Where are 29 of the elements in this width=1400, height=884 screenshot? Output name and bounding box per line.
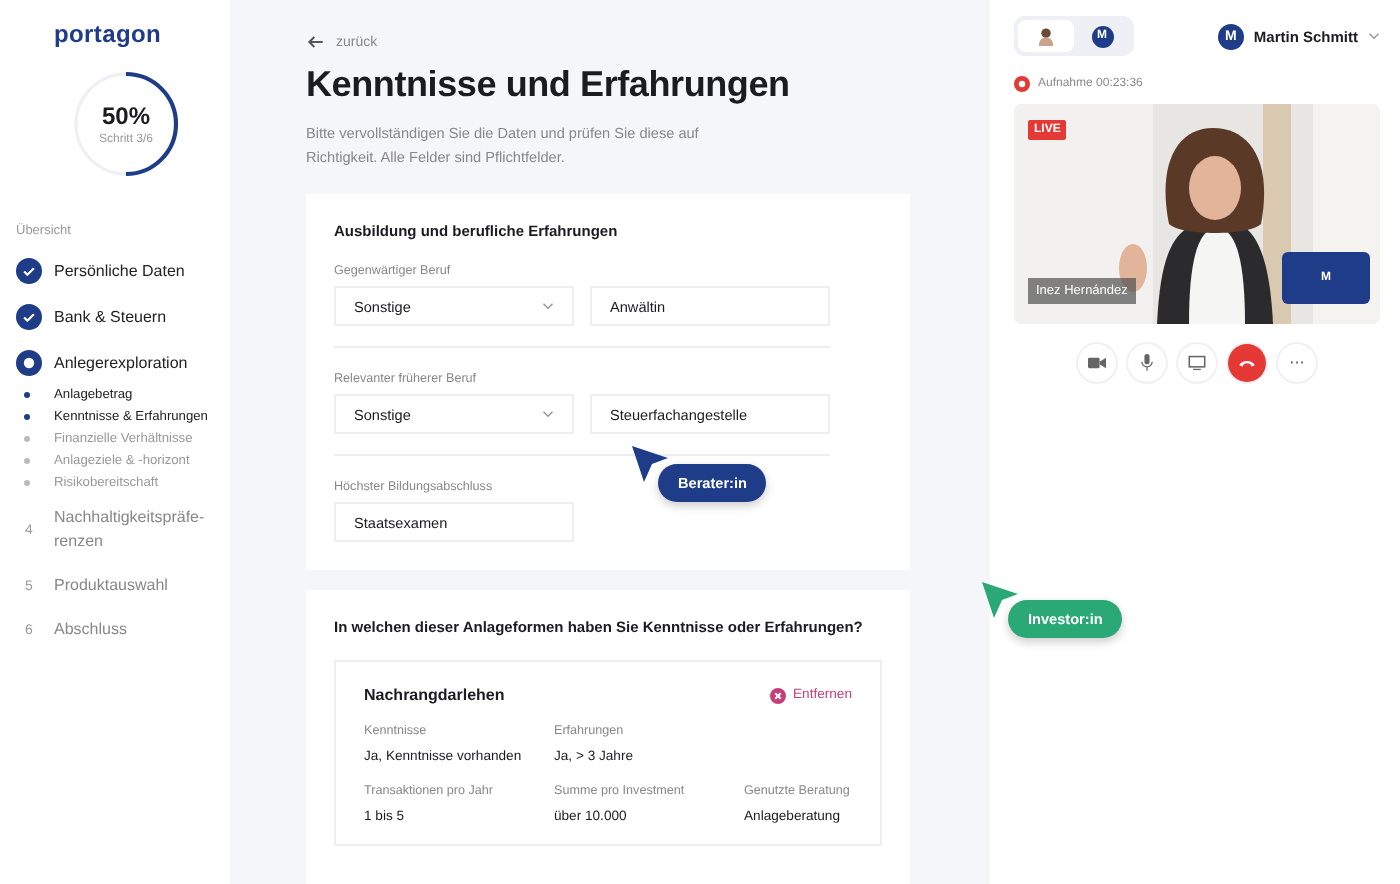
step-label[interactable]: Persönliche Daten	[54, 259, 185, 283]
check-icon	[16, 258, 42, 284]
microphone-button[interactable]	[1128, 344, 1166, 382]
page-title: Kenntnisse und Erfahrungen	[306, 64, 792, 106]
view-tab[interactable]	[1018, 20, 1074, 52]
current-step-icon	[16, 350, 42, 376]
microphone-icon	[1138, 354, 1156, 372]
remove-icon[interactable]	[769, 687, 786, 703]
step-label[interactable]: Anlegerexploration	[54, 351, 188, 375]
step-label[interactable]: Nachhaltigkeitspräfe-renzen	[54, 506, 214, 554]
caret-icon[interactable]	[1368, 32, 1380, 40]
back-arrow-icon[interactable]	[306, 32, 326, 52]
logo: portagon	[54, 20, 164, 48]
check-icon	[16, 304, 42, 330]
screen-icon	[1188, 354, 1206, 372]
step-label[interactable]: Abschluss	[54, 618, 214, 642]
person-avatar-icon	[1036, 26, 1056, 46]
step-label[interactable]: Produktauswahl	[54, 574, 214, 598]
hang-up-button[interactable]	[1228, 344, 1266, 382]
investment-name: Nachrangdarlehen	[364, 686, 505, 704]
step-label[interactable]: Bank & Steuern	[54, 305, 167, 329]
screen-share-button[interactable]	[1178, 344, 1216, 382]
caret-icon	[542, 302, 554, 310]
progress-percent: 50%	[101, 102, 151, 130]
camera-icon	[1088, 354, 1106, 372]
caret-icon	[542, 410, 554, 418]
record-icon	[1014, 76, 1030, 92]
more-button[interactable]: ···	[1278, 344, 1316, 382]
camera-button[interactable]	[1078, 344, 1116, 382]
